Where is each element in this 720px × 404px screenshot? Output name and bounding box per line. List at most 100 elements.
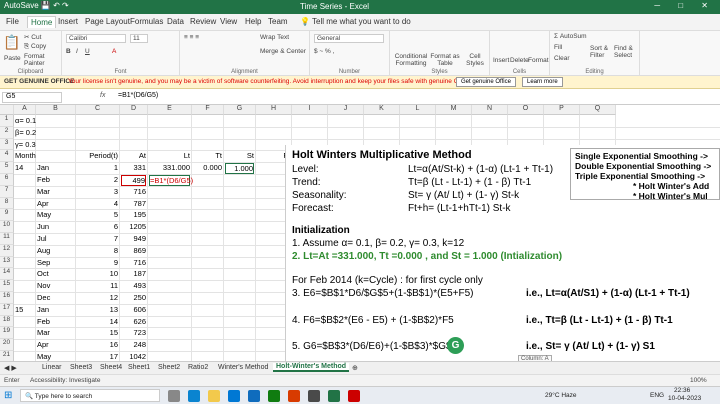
cell-styles-button[interactable]: Cell Styles — [462, 53, 488, 67]
xbox-icon[interactable] — [268, 390, 280, 402]
beta-cell[interactable]: β= 0.2 — [15, 128, 36, 137]
cell-actual[interactable]: 787 — [121, 199, 146, 208]
weather-status[interactable]: 29°C Haze — [545, 392, 577, 399]
tab-view[interactable]: View — [220, 17, 237, 26]
row-header[interactable]: 4 — [0, 150, 14, 163]
cell-actual[interactable]: 626 — [121, 317, 146, 326]
font-size-select[interactable]: 11 — [130, 34, 148, 43]
column-header[interactable]: H — [256, 105, 292, 115]
sheet-tab-sheet1[interactable]: Sheet1 — [128, 364, 150, 371]
merge-center-button[interactable]: Merge & Center — [260, 48, 306, 55]
cell-period[interactable]: 6 — [77, 222, 118, 231]
italic-button[interactable]: I — [76, 48, 78, 55]
cell-year[interactable]: 14 — [15, 163, 23, 172]
cell-month[interactable]: Feb — [37, 175, 74, 184]
cell-month[interactable]: May — [37, 352, 74, 361]
fill-button[interactable]: Fill — [554, 44, 562, 51]
cell-period[interactable]: 7 — [77, 234, 118, 243]
get-genuine-button[interactable]: Get genuine Office — [456, 77, 516, 87]
tab-insert[interactable]: Insert — [58, 17, 78, 26]
cell-actual[interactable]: 716 — [121, 187, 146, 196]
cell-season[interactable]: 1.000 — [225, 163, 254, 175]
cell-actual[interactable]: 493 — [121, 281, 146, 290]
row-header[interactable]: 5 — [0, 162, 14, 174]
cell-period[interactable]: 9 — [77, 258, 118, 267]
tab-home[interactable]: Home — [27, 16, 57, 28]
file-explorer-icon[interactable] — [208, 390, 220, 402]
cell-period[interactable]: 5 — [77, 210, 118, 219]
quick-access-toolbar[interactable]: AutoSave 💾 ↶ ↷ — [4, 1, 69, 10]
row-header[interactable]: 14 — [0, 268, 14, 281]
column-header[interactable]: O — [508, 105, 544, 115]
row-header[interactable]: 3 — [0, 138, 14, 151]
cell-edit[interactable]: =B1*(D6/G5) — [149, 175, 193, 186]
sheet-tab-holt-winters[interactable]: Holt-Winter's Method — [273, 363, 350, 372]
column-header[interactable]: K — [364, 105, 400, 115]
paste-button[interactable]: Paste — [4, 55, 21, 62]
underline-button[interactable]: U — [85, 48, 90, 55]
cell-actual[interactable]: 331 — [121, 163, 146, 172]
cell-period[interactable]: 11 — [77, 281, 118, 290]
row-header[interactable]: 20 — [0, 339, 14, 351]
column-header[interactable]: D — [120, 105, 148, 115]
cell-month[interactable]: Nov — [37, 281, 74, 290]
cell-actual[interactable]: 606 — [121, 305, 146, 314]
cell-actual[interactable]: 1042 — [121, 352, 146, 361]
cell-year[interactable]: 15 — [15, 305, 23, 314]
store-icon[interactable] — [228, 390, 240, 402]
tab-review[interactable]: Review — [190, 17, 216, 26]
cell-actual[interactable]: 499 — [121, 175, 146, 186]
sheet-tab-sheet2[interactable]: Sheet2 — [158, 364, 180, 371]
cell-actual[interactable]: 195 — [121, 210, 146, 219]
row-header[interactable]: 12 — [0, 244, 14, 257]
row-header[interactable]: 7 — [0, 185, 14, 198]
column-header[interactable]: M — [436, 105, 472, 115]
tab-page-layout[interactable]: Page Layout — [85, 17, 130, 26]
cell-month[interactable]: Oct — [37, 269, 74, 278]
cell-level[interactable]: 331.000 — [149, 163, 190, 172]
cell-actual[interactable]: 869 — [121, 246, 146, 255]
column-header[interactable]: L — [400, 105, 436, 115]
cell-actual[interactable]: 187 — [121, 269, 146, 278]
windows-start-icon[interactable]: ⊞ — [4, 390, 12, 401]
header-tt[interactable]: Tt — [193, 151, 222, 160]
cell-period[interactable]: 1 — [77, 163, 118, 172]
tab-formulas[interactable]: Formulas — [130, 17, 163, 26]
column-header[interactable]: A — [14, 105, 36, 115]
edge-icon[interactable] — [188, 390, 200, 402]
row-header[interactable]: 21 — [0, 351, 14, 361]
row-header[interactable]: 13 — [0, 256, 14, 269]
excel-taskbar-icon[interactable] — [328, 390, 340, 402]
wrap-text-button[interactable]: Wrap Text — [260, 34, 289, 41]
cell-month[interactable]: Mar — [37, 187, 74, 196]
header-period[interactable]: Period(t) — [77, 151, 118, 160]
find-select-button[interactable]: Find & Select — [614, 45, 638, 59]
tab-help[interactable]: Help — [245, 17, 261, 26]
app-icon[interactable] — [348, 390, 360, 402]
column-header[interactable]: N — [472, 105, 508, 115]
fx-icon[interactable]: fx — [100, 92, 105, 99]
format-as-table-button[interactable]: Format as Table — [430, 53, 460, 67]
autosum-button[interactable]: Σ AutoSum — [554, 33, 587, 40]
cell-period[interactable]: 10 — [77, 269, 118, 278]
cell-period[interactable]: 8 — [77, 246, 118, 255]
cell-month[interactable]: Jan — [37, 163, 74, 172]
sheet-tab-linear[interactable]: Linear — [42, 364, 61, 371]
format-cells-button[interactable]: Format — [528, 57, 549, 64]
column-header[interactable]: B — [36, 105, 76, 115]
zoom-level[interactable]: 100% — [690, 377, 707, 384]
cell-month[interactable]: Mar — [37, 328, 74, 337]
cell-period[interactable]: 12 — [77, 293, 118, 302]
row-header[interactable]: 18 — [0, 315, 14, 328]
copy-button[interactable]: ⎘ Copy — [24, 43, 46, 51]
cell-period[interactable]: 16 — [77, 340, 118, 349]
sheet-tab-winters[interactable]: Winter's Method — [218, 364, 268, 371]
format-painter-button[interactable]: Format Painter — [24, 53, 61, 67]
row-header[interactable]: 16 — [0, 292, 14, 304]
mail-icon[interactable] — [248, 390, 260, 402]
row-header[interactable]: 6 — [0, 174, 14, 186]
sheet-tab-sheet3[interactable]: Sheet3 — [70, 364, 92, 371]
delete-cells-button[interactable]: Delete — [510, 57, 529, 64]
column-header[interactable]: I — [292, 105, 328, 115]
row-header[interactable]: 17 — [0, 303, 14, 316]
